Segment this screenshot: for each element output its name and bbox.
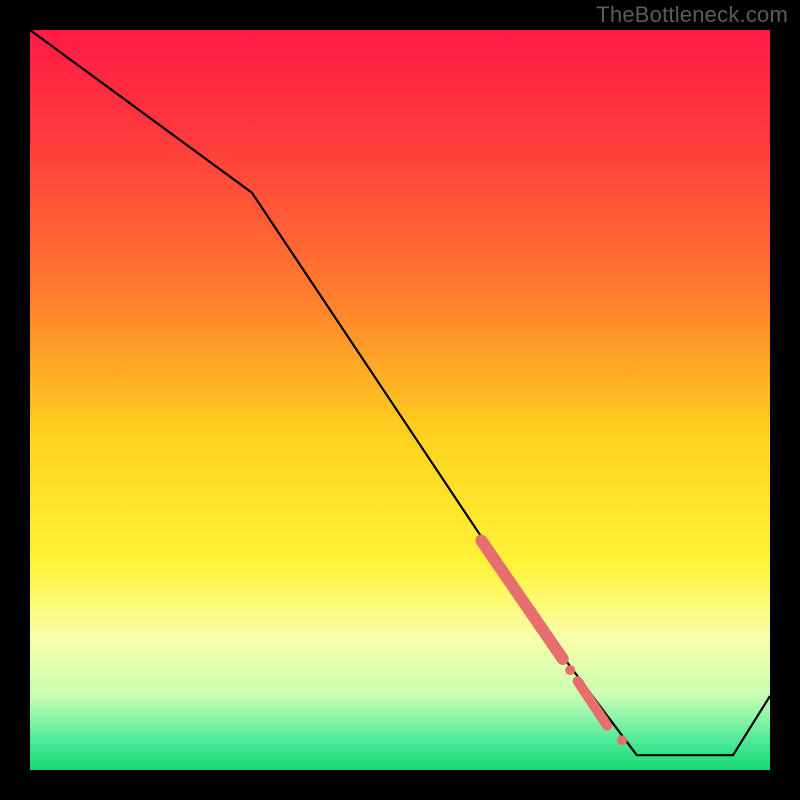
chart-background: [30, 30, 770, 770]
chart-stage: TheBottleneck.com: [0, 0, 800, 800]
watermark-label: TheBottleneck.com: [596, 2, 788, 28]
chart-plot: [30, 30, 770, 770]
highlight-point: [565, 665, 575, 675]
chart-svg: [30, 30, 770, 770]
highlight-point: [617, 735, 627, 745]
